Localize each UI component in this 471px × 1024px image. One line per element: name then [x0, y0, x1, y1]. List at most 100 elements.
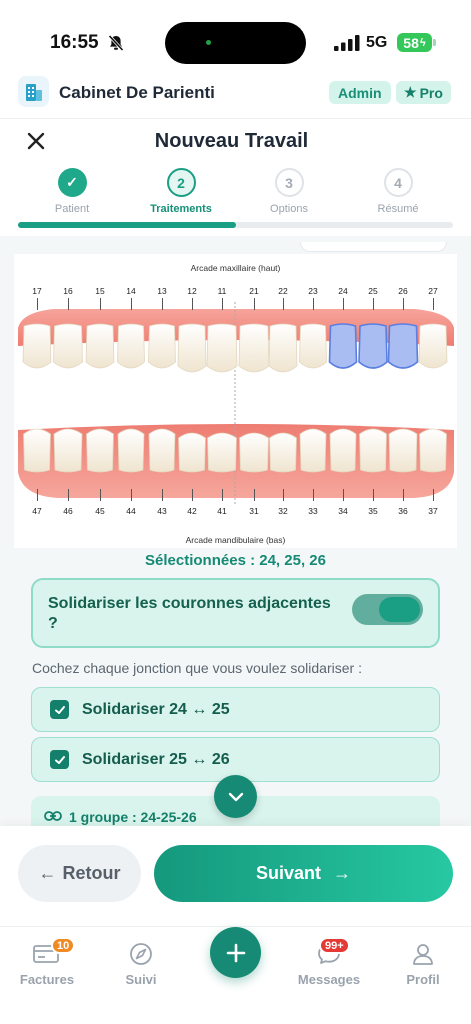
tooth-tick [131, 489, 132, 501]
checkbox-checked-icon[interactable] [50, 700, 69, 719]
group-label: 1 groupe : 24-25-26 [69, 809, 197, 825]
tooth-26[interactable] [387, 323, 419, 369]
tooth-tick [373, 489, 374, 501]
junction-label: Solidariser 24 ↔ 25 [82, 700, 230, 718]
tooth-11[interactable] [206, 323, 238, 373]
app-header: Cabinet De Parienti Admin ★ Pro [0, 72, 471, 116]
tooth-42[interactable] [178, 432, 206, 473]
tooth-16[interactable] [53, 323, 83, 369]
tooth-14[interactable] [117, 323, 145, 369]
step-traitements[interactable]: 2 Traitements [136, 168, 226, 215]
tooth-12[interactable] [177, 323, 207, 373]
signal-icon [334, 35, 360, 51]
tooth-tick [313, 298, 314, 310]
junction-row[interactable]: Solidariser 24 ↔ 25 [31, 687, 440, 732]
tooth-17[interactable] [22, 323, 52, 369]
solidarise-toggle[interactable] [352, 594, 423, 625]
tooth-tick [162, 298, 163, 310]
tooth-47[interactable] [23, 428, 51, 473]
clinic-name: Cabinet De Parienti [59, 83, 215, 102]
tab-label: Profil [406, 972, 440, 987]
tooth-number-33: 33 [308, 506, 318, 516]
tooth-46[interactable] [53, 428, 83, 473]
tab-profil[interactable]: Profil [383, 942, 463, 987]
selected-teeth-label: Sélectionnées : 24, 25, 26 [145, 552, 326, 569]
tooth-44[interactable] [117, 428, 145, 473]
step-options[interactable]: 3 Options [244, 168, 334, 215]
status-bar: 16:55 5G 58 ϟ [0, 0, 471, 72]
tooth-number-24: 24 [338, 286, 348, 296]
junction-label: Solidariser 25 ↔ 26 [82, 750, 230, 768]
tooth-31[interactable] [239, 432, 269, 473]
step-label: Options [270, 203, 308, 215]
tooth-32[interactable] [269, 432, 297, 473]
solidarise-card: Solidariser les couronnes adjacentes ? [31, 578, 440, 648]
tab-label: Messages [297, 972, 361, 987]
tooth-tick [68, 489, 69, 501]
status-time: 16:55 [50, 32, 99, 53]
step-patient[interactable]: ✓ Patient [27, 168, 117, 215]
tooth-number-44: 44 [126, 506, 136, 516]
tooth-24[interactable] [328, 323, 358, 369]
tooth-27[interactable] [418, 323, 448, 369]
tooth-37[interactable] [419, 428, 447, 473]
tooth-23[interactable] [299, 323, 327, 369]
star-icon: ★ [404, 84, 417, 100]
tooth-43[interactable] [148, 428, 176, 473]
tooth-tick [222, 298, 223, 310]
tooth-33[interactable] [299, 428, 327, 473]
tab-suivi[interactable]: Suivi [101, 942, 181, 987]
tooth-tick [433, 298, 434, 310]
tooth-15[interactable] [85, 323, 115, 369]
page-title: Nouveau Travail [154, 130, 309, 152]
plus-icon [226, 943, 245, 962]
tooth-36[interactable] [388, 428, 418, 473]
tooth-34[interactable] [329, 428, 357, 473]
building-icon [18, 76, 49, 107]
next-button[interactable]: Suivant → [154, 845, 453, 902]
tooth-tick [37, 298, 38, 310]
tooth-tick [254, 298, 255, 310]
checkbox-checked-icon[interactable] [50, 750, 69, 769]
tooth-25[interactable] [358, 323, 388, 369]
tooth-number-32: 32 [278, 506, 288, 516]
tooth-tick [131, 298, 132, 310]
tooth-number-46: 46 [63, 506, 73, 516]
tooth-number-11: 11 [217, 286, 227, 296]
tooth-number-42: 42 [187, 506, 197, 516]
step-label: Résumé [377, 203, 419, 215]
back-button[interactable]: ← Retour [18, 845, 141, 902]
tooth-tick [192, 298, 193, 310]
tooth-35[interactable] [359, 428, 387, 473]
tooth-tick [283, 489, 284, 501]
tooth-number-16: 16 [63, 286, 73, 296]
tooth-tick [222, 489, 223, 501]
next-label: Suivant [255, 863, 321, 883]
step-label: Patient [54, 203, 90, 215]
step-resume[interactable]: 4 Résumé [353, 168, 443, 215]
tooth-13[interactable] [148, 323, 176, 369]
tooth-tick [313, 489, 314, 501]
admin-badge: Admin [329, 81, 391, 104]
tooth-number-35: 35 [368, 506, 378, 516]
tooth-21[interactable] [238, 323, 270, 373]
tooth-number-36: 36 [398, 506, 408, 516]
tooth-45[interactable] [86, 428, 114, 473]
tooth-tick [283, 298, 284, 310]
tooth-22[interactable] [268, 323, 298, 373]
step-number: 4 [383, 168, 413, 197]
tooth-number-22: 22 [278, 286, 288, 296]
check-icon: ✓ [57, 168, 87, 197]
add-button[interactable] [210, 927, 261, 978]
dental-chart[interactable] [14, 254, 457, 548]
tooth-tick [373, 298, 374, 310]
arrow-left-icon: ← [38, 863, 57, 883]
scroll-down-button[interactable] [214, 775, 257, 818]
tab-factures[interactable]: 10 Factures [7, 937, 87, 987]
tab-messages[interactable]: 99+ Messages [289, 937, 369, 987]
battery-level: 58 [403, 34, 419, 51]
upper-arch-title: Arcade maxillaire (haut) [190, 263, 281, 273]
tooth-41[interactable] [207, 432, 237, 473]
tooth-tick [37, 489, 38, 501]
messages-badge: 99+ [319, 937, 350, 954]
